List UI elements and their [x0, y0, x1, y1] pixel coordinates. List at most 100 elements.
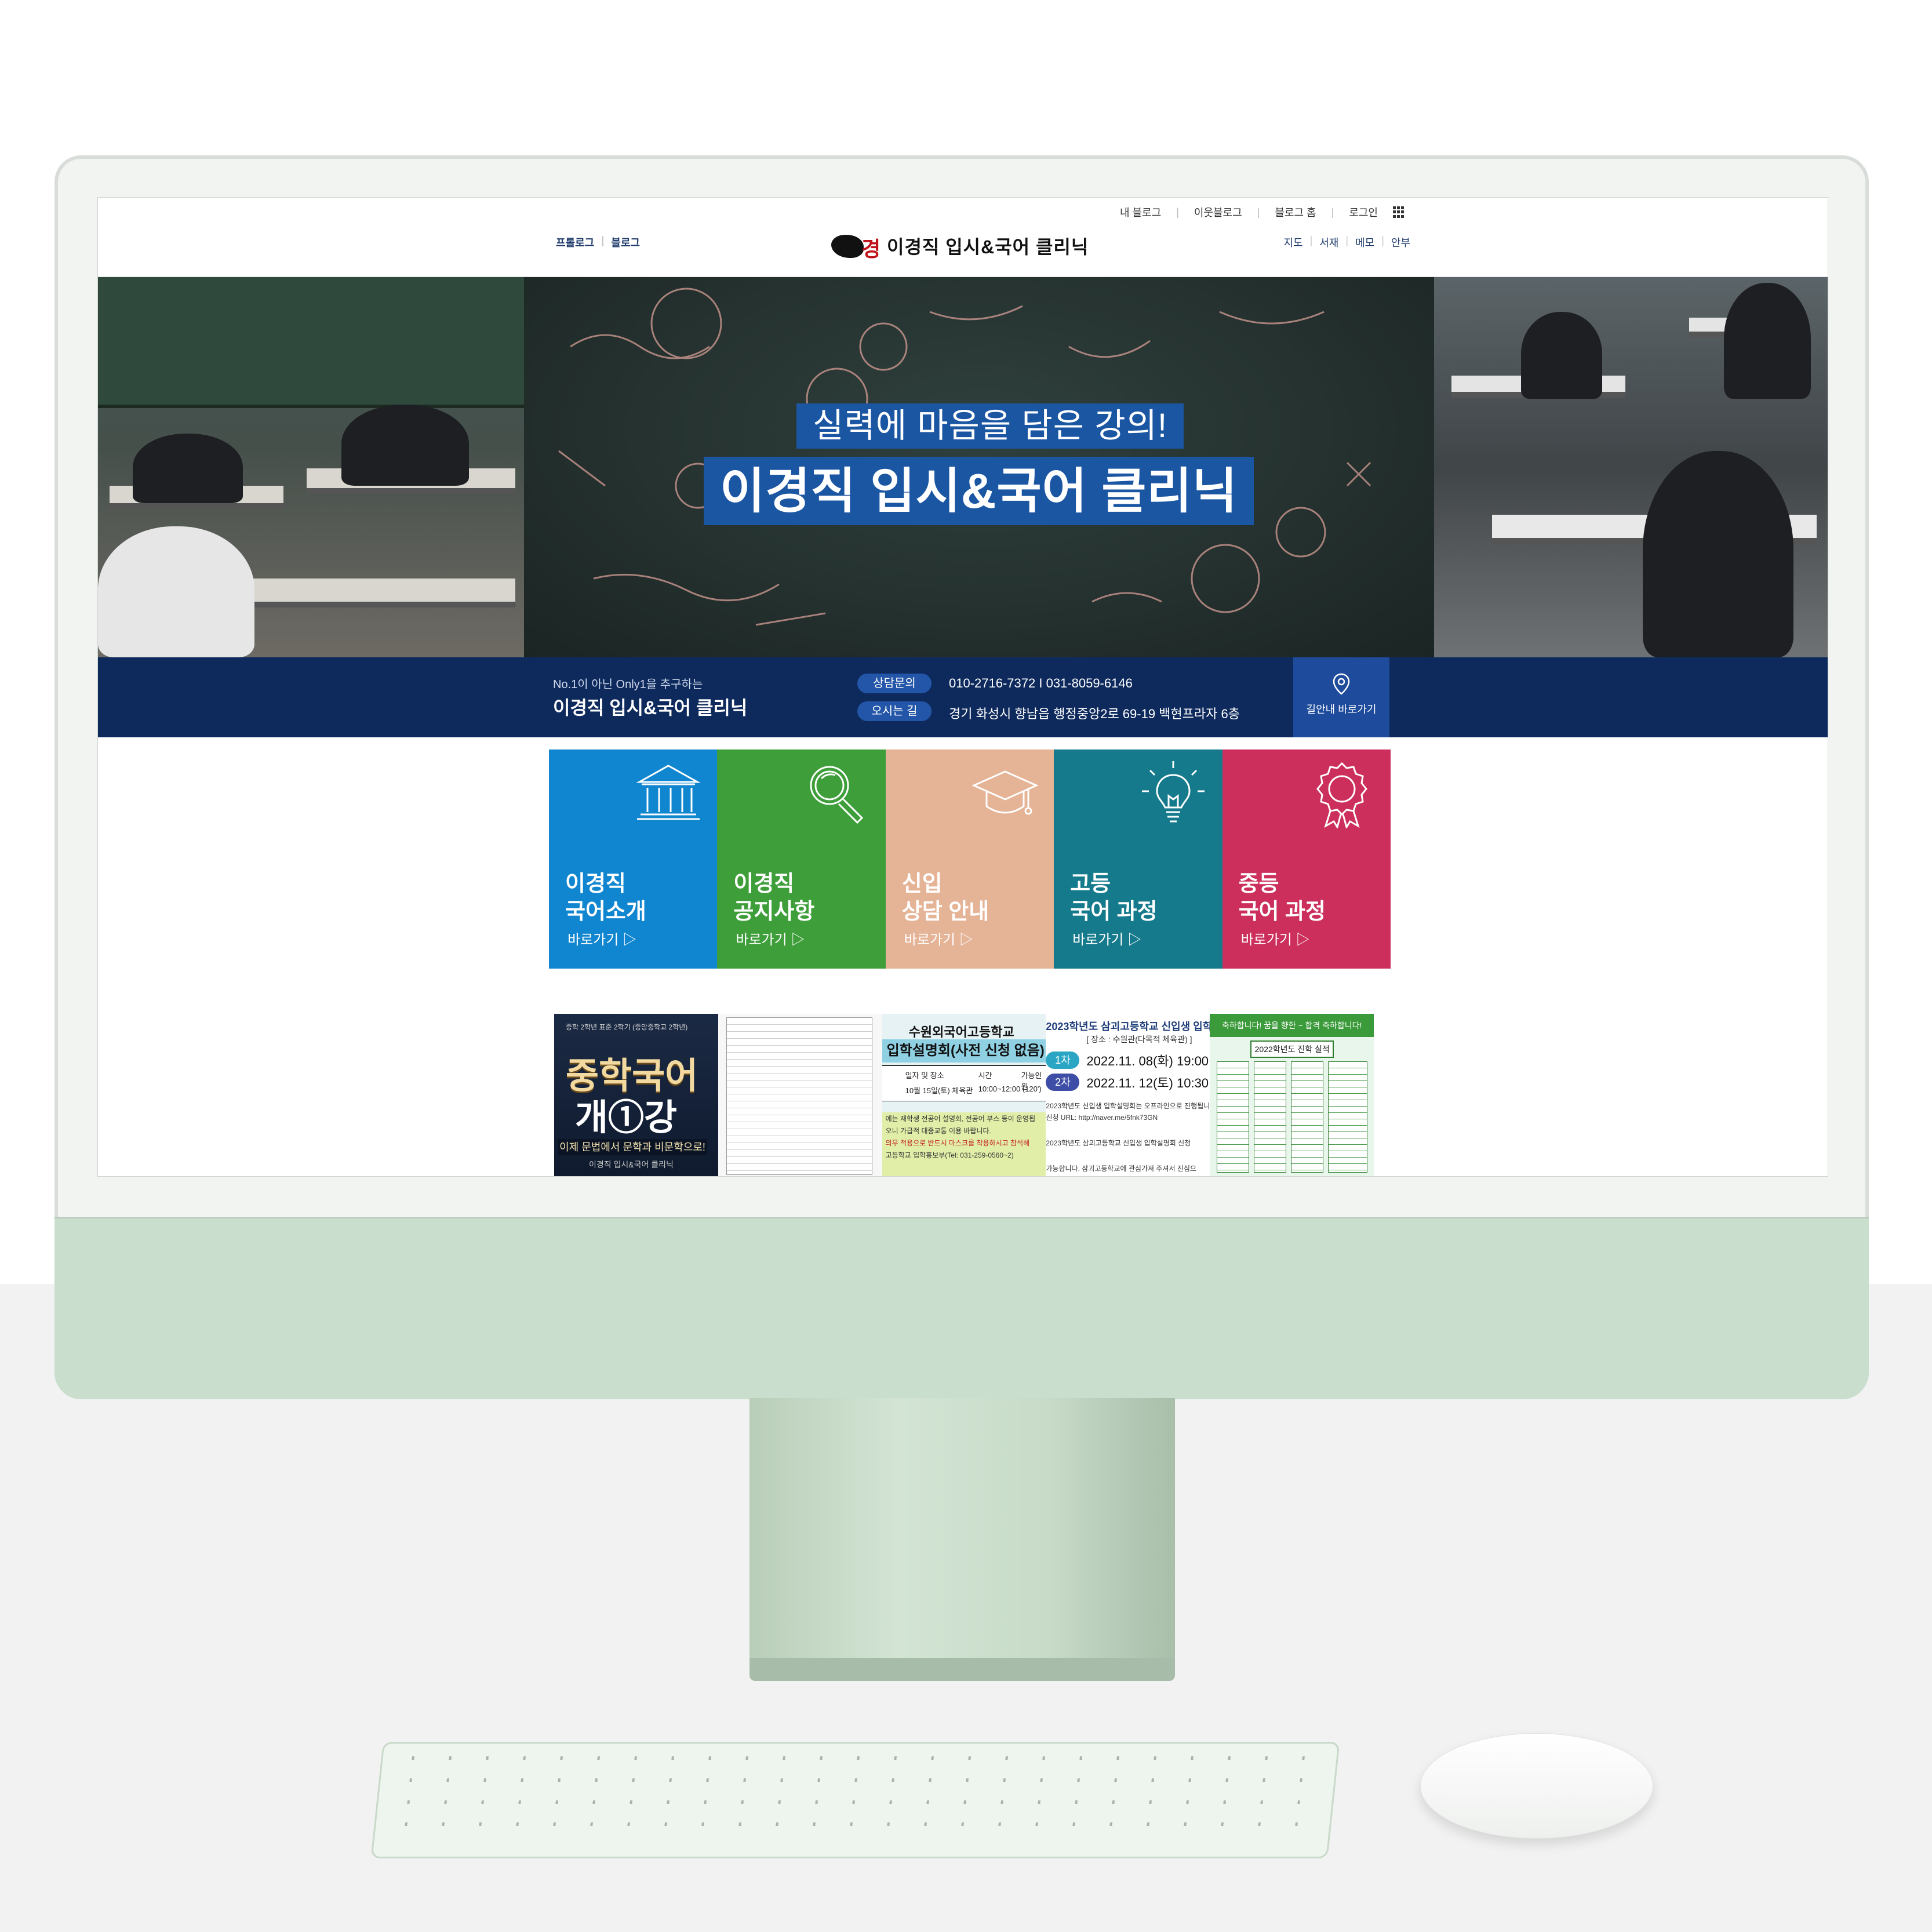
- results-column: [1291, 1061, 1324, 1173]
- separator: |: [1309, 235, 1313, 246]
- right-menu: 지도 | 서재 | 메모 | 안부: [1283, 235, 1410, 250]
- thumb-event-place: [ 장소 : 수원관(다목적 체육관) ]: [1086, 1035, 1192, 1044]
- round-1-date: 2022.11. 08(화) 19:00: [1086, 1054, 1209, 1068]
- classroom-photo-left: [98, 277, 524, 657]
- screen: 내 블로그 | 이웃블로그 | 블로그 홈 | 로그인 프롤로그 | 블로그 경…: [97, 197, 1828, 1177]
- card-link[interactable]: 바로가기 ▷: [567, 928, 636, 948]
- hero-tagline-small: 실력에 마음을 담은 강의!: [796, 403, 1184, 449]
- thumbnail-middle-school-class[interactable]: 중학 2학년 표준 2학기 (중앙중학교 2학년) 중학국어 개①강 이제 문법…: [554, 1014, 718, 1176]
- card-link[interactable]: 바로가기 ▷: [904, 928, 973, 948]
- logo-ink-blot: [831, 235, 864, 258]
- thumb-info-table: 일자 및 장소 시간 가능인원 10월 15일(토) 체육관 10:00~12:…: [882, 1065, 1046, 1101]
- blog-title: 이경직 입시&국어 클리닉: [887, 237, 1089, 257]
- thumb-notes: 에는 재학생 전공어 설명회, 전공어 부스 등이 운영됩 오니 가급적 대중교…: [882, 1112, 1046, 1176]
- card-title-line1: 고등: [1070, 872, 1111, 896]
- student: [98, 526, 254, 657]
- thumbnail-schedule-sheet[interactable]: [718, 1014, 882, 1176]
- card-korean-intro[interactable]: 이경직 국어소개 바로가기 ▷: [549, 749, 718, 969]
- round-2-row: 2차 2022.11. 12(토) 10:30: [1046, 1073, 1209, 1091]
- table-header: 시간: [978, 1071, 992, 1080]
- info-slogan: No.1이 아닌 Only1을 추구하는: [553, 678, 703, 691]
- thumb-banner: 축하합니다! 꿈을 향한 ~ 합격 축하합니다!: [1210, 1014, 1374, 1037]
- mouse: [1420, 1733, 1653, 1839]
- table-cell: 10월 15일(토) 체육관: [905, 1086, 973, 1095]
- thumbnail-admission-results[interactable]: 축하합니다! 꿈을 향한 ~ 합격 축하합니다! 2022학년도 진학 실적: [1210, 1014, 1374, 1176]
- card-title-line2: 국어 과정: [1238, 900, 1326, 924]
- map-directions-button[interactable]: 길안내 바로가기: [1293, 657, 1389, 737]
- app-grid-icon[interactable]: [1393, 206, 1405, 218]
- menu-map[interactable]: 지도: [1283, 235, 1302, 250]
- table-header: 일자 및 장소: [905, 1071, 944, 1080]
- keyboard: [370, 1742, 1340, 1858]
- card-consultation[interactable]: 신입 상담 안내 바로가기 ▷: [885, 749, 1054, 969]
- separator: |: [601, 235, 605, 246]
- card-title-line2: 국어소개: [565, 900, 646, 924]
- round-2-tag: 2차: [1046, 1074, 1080, 1091]
- thumb-event-title: 2023학년도 삼괴고등학교 신입생 입학설명회: [1046, 1021, 1210, 1032]
- post-thumbnails: 중학 2학년 표준 2학기 (중앙중학교 2학년) 중학국어 개①강 이제 문법…: [554, 1014, 1374, 1176]
- menu-guestbook[interactable]: 안부: [1391, 235, 1410, 250]
- monitor-stand-base: [749, 1658, 1175, 1681]
- thumb-footer: 이경직 입시&국어 클리닉: [589, 1160, 674, 1169]
- top-links: 내 블로그 | 이웃블로그 | 블로그 홈 | 로그인: [1120, 205, 1405, 220]
- desk: [225, 578, 515, 607]
- whiteboard: [98, 277, 524, 408]
- thumb-results-title: 2022학년도 진학 실적: [1250, 1040, 1334, 1058]
- menu-memo[interactable]: 메모: [1355, 235, 1374, 250]
- card-title-line1: 이경직: [733, 872, 795, 896]
- graduation-cap-icon: [972, 770, 1039, 815]
- card-link[interactable]: 바로가기 ▷: [1072, 928, 1141, 948]
- results-column: [1328, 1061, 1368, 1173]
- card-title-line1: 신입: [901, 872, 943, 896]
- lightbulb-icon: [1142, 761, 1205, 823]
- menu-library[interactable]: 서재: [1319, 235, 1338, 250]
- student: [133, 434, 243, 503]
- note-line: 고등학교 입학홍보부(Tel: 031-259-0560~2): [885, 1151, 1014, 1159]
- student: [1643, 451, 1793, 657]
- link-my-blog[interactable]: 내 블로그: [1120, 205, 1161, 220]
- round-2-date: 2022.11. 12(토) 10:30: [1086, 1076, 1209, 1090]
- magnifier-icon: [810, 766, 864, 824]
- schedule-table-image: [726, 1017, 872, 1175]
- link-neighbor-blog[interactable]: 이웃블로그: [1194, 205, 1242, 220]
- note-line: 신청 URL: http://naver.me/5fnk73GN: [1046, 1114, 1158, 1122]
- thumbnail-samgoe-high-school[interactable]: 2023학년도 삼괴고등학교 신입생 입학설명회 [ 장소 : 수원관(다목적 …: [1046, 1014, 1210, 1176]
- note-line: 의무 적용으로 반드시 마스크를 착용하시고 참석해: [885, 1139, 1030, 1147]
- logo-mark: 경: [831, 231, 881, 261]
- separator: |: [1331, 206, 1334, 218]
- round-1-row: 1차 2022.11. 08(화) 19:00: [1046, 1051, 1209, 1069]
- blog-logo[interactable]: 경 이경직 입시&국어 클리닉: [831, 231, 1089, 261]
- card-title-line1: 이경직: [565, 872, 626, 896]
- separator: |: [1345, 235, 1349, 246]
- card-high-school[interactable]: 고등 국어 과정 바로가기 ▷: [1054, 749, 1222, 969]
- thumbnail-foreign-language-school[interactable]: 수원외국어고등학교 입학설명회(사전 신청 없음) 일자 및 장소 시간 가능인…: [882, 1014, 1046, 1176]
- card-notice[interactable]: 이경직 공지사항 바로가기 ▷: [717, 749, 886, 969]
- link-blog-home[interactable]: 블로그 홈: [1275, 205, 1316, 220]
- monitor-stand: [749, 1398, 1175, 1668]
- thumb-school-title: 수원외국어고등학교: [908, 1025, 1014, 1039]
- card-title-line1: 중등: [1238, 872, 1279, 896]
- card-link[interactable]: 바로가기 ▷: [1241, 928, 1310, 948]
- blog-header: 내 블로그 | 이웃블로그 | 블로그 홈 | 로그인 프롤로그 | 블로그 경…: [98, 198, 1828, 277]
- hero-banner: 실력에 마음을 담은 강의! 이경직 입시&국어 클리닉: [98, 277, 1828, 657]
- building-icon: [636, 765, 701, 820]
- results-column: [1217, 1061, 1250, 1173]
- card-link[interactable]: 바로가기 ▷: [736, 928, 805, 948]
- link-login[interactable]: 로그인: [1349, 205, 1378, 220]
- map-button-label: 길안내 바로가기: [1306, 704, 1377, 715]
- menu-cards: 이경직 국어소개 바로가기 ▷ 이경직 공지사항 바로가기 ▷ 신입 상담 안내…: [549, 749, 1391, 969]
- student: [1724, 283, 1811, 399]
- thumb-school-subtitle: 입학설명회(사전 신청 없음): [882, 1039, 1046, 1063]
- card-middle-school[interactable]: 중등 국어 과정 바로가기 ▷: [1222, 749, 1391, 969]
- note-line: 오니 가급적 대중교통 이용 바랍니다.: [885, 1127, 991, 1135]
- separator: |: [1176, 206, 1179, 218]
- menu-blog[interactable]: 블로그: [611, 235, 640, 250]
- menu-prologue[interactable]: 프롤로그: [556, 235, 594, 250]
- thumb-title-line2: 개①강: [575, 1098, 678, 1138]
- thumb-small-text: 중학 2학년 표준 2학기 (중앙중학교 2학년): [566, 1023, 688, 1031]
- student: [341, 405, 469, 486]
- award-badge-icon: [1316, 762, 1367, 828]
- contact-value: 010-2716-7372 I 031-8059-6146: [949, 676, 1133, 690]
- contact-label: 상담문의: [857, 674, 932, 693]
- note-line: 2023학년도 신입생 입학설명회는 오프라인으로 진행됩니다: [1046, 1102, 1210, 1110]
